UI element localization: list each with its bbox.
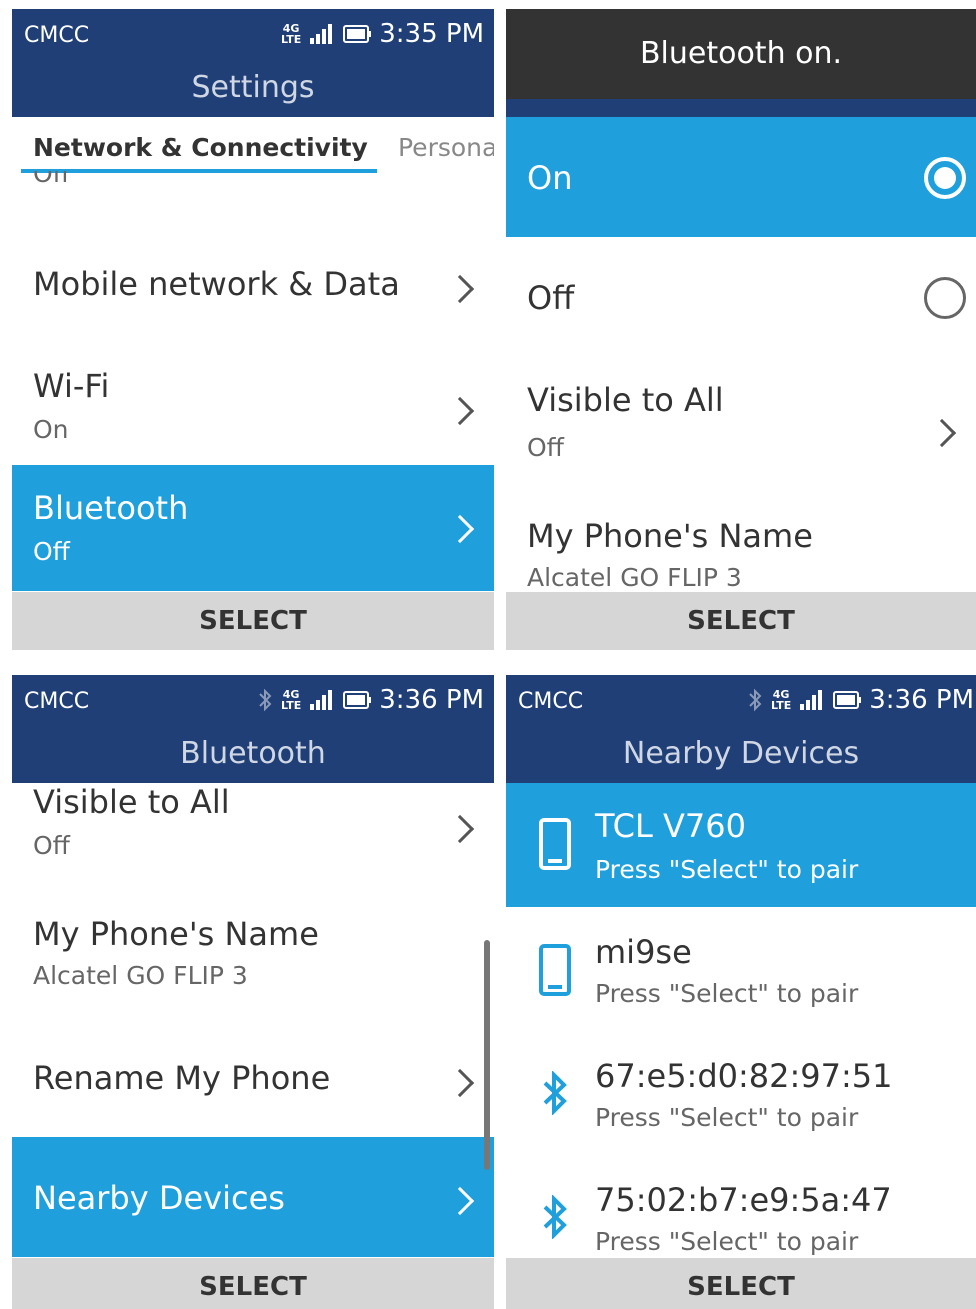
device-item-67e5d0829751[interactable]: 67:e5:d0:82:97:51 Press "Select" to pair	[506, 1031, 976, 1155]
list-item-phone-name[interactable]: My Phone's Name Alcatel GO FLIP 3	[506, 487, 976, 607]
network-type-icon: 4G LTE	[281, 688, 302, 712]
list-item-title: My Phone's Name	[527, 517, 813, 555]
device-item-7502b7e95a47[interactable]: 75:02:b7:e9:5a:47 Press "Select" to pair	[506, 1155, 976, 1259]
battery-icon	[343, 25, 372, 43]
option-on[interactable]: On	[506, 117, 976, 237]
system-icons: 4G LTE 3:35 PM	[281, 19, 484, 49]
phone-icon	[539, 944, 571, 996]
chevron-right-icon	[445, 274, 475, 304]
select-softkey[interactable]: SELECT	[12, 592, 494, 650]
battery-icon	[343, 691, 372, 709]
tab-network-connectivity[interactable]: Network & Connectivity	[33, 133, 368, 162]
option-label: On	[527, 159, 573, 197]
chevron-right-icon	[445, 1186, 475, 1216]
phone-icon	[539, 818, 571, 870]
signal-icon	[800, 690, 823, 710]
list-item-title: Wi-Fi	[33, 367, 110, 405]
device-item-tcl-v760[interactable]: TCL V760 Press "Select" to pair	[506, 783, 976, 907]
clock: 3:36 PM	[869, 685, 974, 715]
radio-selected-icon[interactable]	[924, 157, 966, 199]
device-name: TCL V760	[595, 807, 746, 845]
network-type-icon: 4G LTE	[281, 22, 302, 46]
partial-item-subtitle: Off	[33, 171, 70, 188]
system-icons: 4G LTE 3:36 PM	[747, 685, 974, 715]
page-title: Settings	[12, 63, 494, 117]
tab-personalization[interactable]: Persona	[398, 133, 494, 162]
list-item-subtitle: Off	[33, 831, 70, 860]
device-hint: Press "Select" to pair	[595, 855, 859, 884]
option-label: Off	[527, 279, 575, 317]
clock: 3:36 PM	[379, 685, 484, 715]
select-softkey[interactable]: SELECT	[506, 592, 976, 650]
status-bar: CMCC 4G LTE 3:36 PM	[12, 675, 494, 729]
list-item-title: My Phone's Name	[33, 915, 319, 953]
carrier-label: CMCC	[24, 23, 90, 48]
list-item-title: Bluetooth	[33, 489, 189, 527]
clock: 3:35 PM	[379, 19, 484, 49]
bluetooth-settings-screen: CMCC 4G LTE 3:36 PM Bluetooth Visible to …	[12, 675, 494, 1309]
toast-notification: Bluetooth on.	[506, 9, 976, 99]
bluetooth-icon	[543, 1071, 567, 1115]
device-item-mi9se[interactable]: mi9se Press "Select" to pair	[506, 907, 976, 1031]
partial-item: Off	[12, 171, 494, 191]
list-item-title: Visible to All	[527, 381, 724, 419]
device-name: 75:02:b7:e9:5a:47	[595, 1181, 892, 1219]
option-off[interactable]: Off	[506, 237, 976, 357]
list-item-subtitle: Off	[33, 537, 70, 566]
list-item-title: Rename My Phone	[33, 1059, 331, 1097]
bluetooth-status-icon	[749, 688, 762, 712]
signal-icon	[310, 24, 333, 44]
carrier-label: CMCC	[24, 689, 90, 714]
bluetooth-status-icon	[259, 688, 272, 712]
nearby-devices-screen: CMCC 4G LTE 3:36 PM Nearby Devices TCL V7…	[506, 675, 976, 1309]
select-softkey[interactable]: SELECT	[12, 1258, 494, 1309]
list-item-rename-phone[interactable]: Rename My Phone	[12, 1029, 494, 1137]
list-item-phone-name[interactable]: My Phone's Name Alcatel GO FLIP 3	[12, 899, 494, 1029]
carrier-label: CMCC	[518, 689, 584, 714]
list-item-subtitle: Alcatel GO FLIP 3	[527, 563, 742, 592]
network-type-icon: 4G LTE	[771, 688, 792, 712]
list-item-title: Visible to All	[33, 783, 230, 821]
status-bar: CMCC 4G LTE 3:36 PM	[506, 675, 976, 729]
bluetooth-toggle-screen: Bluetooth on. On Off Visible to All Off …	[506, 9, 976, 650]
list-item-mobile-network[interactable]: Mobile network & Data	[12, 245, 494, 345]
device-name: 67:e5:d0:82:97:51	[595, 1057, 893, 1095]
list-item-title: Mobile network & Data	[33, 265, 400, 303]
page-title: Nearby Devices	[506, 729, 976, 783]
device-hint: Press "Select" to pair	[595, 1227, 859, 1256]
battery-icon	[833, 691, 862, 709]
list-item-title: Nearby Devices	[33, 1179, 285, 1217]
device-hint: Press "Select" to pair	[595, 1103, 859, 1132]
select-softkey[interactable]: SELECT	[506, 1258, 976, 1309]
list-item-wifi[interactable]: Wi-Fi On	[12, 345, 494, 465]
bluetooth-icon	[543, 1195, 567, 1239]
device-name: mi9se	[595, 933, 692, 971]
list-item-subtitle: On	[33, 415, 69, 444]
status-bar: CMCC 4G LTE 3:35 PM	[12, 9, 494, 63]
list-item-visible-to-all[interactable]: Visible to All Off	[506, 357, 976, 487]
chevron-right-icon	[445, 396, 475, 426]
list-item-nearby-devices[interactable]: Nearby Devices	[12, 1137, 494, 1257]
page-title: Bluetooth	[12, 729, 494, 783]
list-item-visible-to-all[interactable]: Visible to All Off	[12, 783, 494, 899]
signal-icon	[310, 690, 333, 710]
chevron-right-icon	[445, 814, 475, 844]
system-icons: 4G LTE 3:36 PM	[257, 685, 484, 715]
chevron-right-icon	[445, 1068, 475, 1098]
chevron-right-icon	[927, 418, 957, 448]
list-item-bluetooth[interactable]: Bluetooth Off	[12, 465, 494, 591]
settings-screen: CMCC 4G LTE 3:35 PM Settings Network & Co…	[12, 9, 494, 650]
radio-unselected-icon[interactable]	[924, 277, 966, 319]
device-hint: Press "Select" to pair	[595, 979, 859, 1008]
chevron-right-icon	[445, 514, 475, 544]
scrollbar[interactable]	[484, 940, 490, 1170]
list-item-subtitle: Alcatel GO FLIP 3	[33, 961, 248, 990]
list-item-subtitle: Off	[527, 433, 564, 462]
